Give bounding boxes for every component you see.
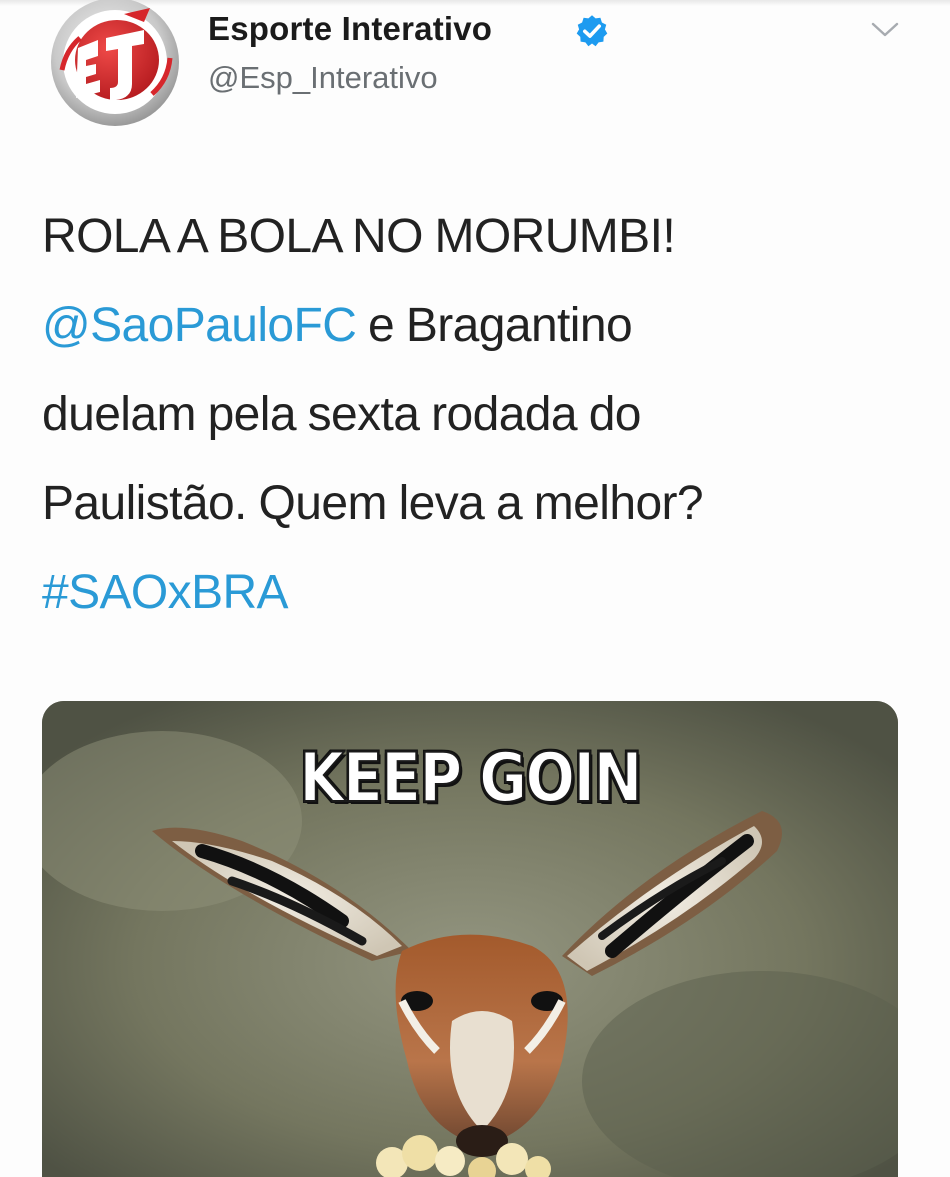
author-name[interactable]: Esporte Interativo (208, 10, 492, 48)
tweet-line-4: Paulistão. Quem leva a melhor? (42, 477, 704, 530)
tweet-line-2: @SaoPauloFC e Bragantino (42, 281, 922, 370)
tweet-media[interactable]: KEEP GOIN (42, 701, 898, 1177)
tweet-text: ROLA A BOLA NO MORUMBI! @SaoPauloFC e Br… (42, 192, 922, 637)
tweet-line-3: duelam pela sexta rodada do (42, 388, 642, 441)
tweet: Esporte Interativo @Esp_Interativo ROLA … (0, 0, 950, 1177)
author-avatar[interactable] (40, 0, 190, 128)
hashtag-link[interactable]: #SAOxBRA (42, 548, 922, 637)
author-handle[interactable]: @Esp_Interativo (208, 60, 438, 96)
tweet-line-2-text: e Bragantino (356, 299, 633, 352)
meme-caption: KEEP GOIN (298, 738, 643, 819)
verified-badge-icon (576, 15, 608, 47)
tweet-line-1: ROLA A BOLA NO MORUMBI! (42, 210, 676, 263)
chevron-down-icon[interactable] (868, 18, 902, 42)
esporte-interativo-logo-icon (51, 0, 179, 126)
mention-link[interactable]: @SaoPauloFC (42, 299, 357, 352)
